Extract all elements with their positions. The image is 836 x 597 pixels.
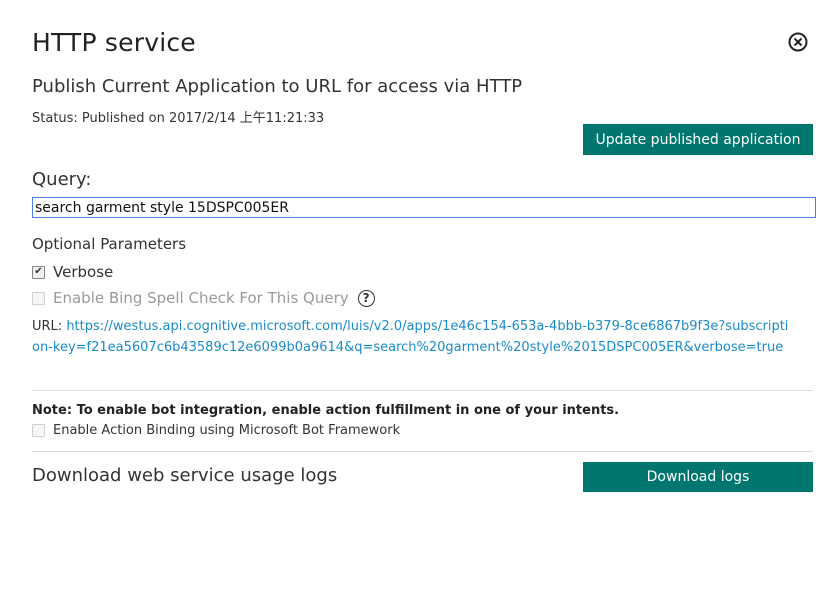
publish-status: Status: Published on 2017/2/14 上午11:21:3…	[32, 111, 325, 126]
optional-parameters-heading: Optional Parameters	[32, 235, 187, 253]
verbose-option[interactable]: ✔ Verbose	[32, 263, 113, 281]
verbose-checkbox[interactable]: ✔	[32, 265, 45, 279]
endpoint-url-link[interactable]: https://westus.api.cognitive.microsoft.c…	[32, 319, 788, 355]
endpoint-url: URL: https://westus.api.cognitive.micros…	[32, 317, 792, 358]
question-circle-icon[interactable]: ?	[357, 289, 375, 307]
divider	[32, 390, 813, 391]
bing-spell-check-checkbox[interactable]	[32, 291, 45, 305]
download-logs-button[interactable]: Download logs	[583, 462, 813, 492]
update-published-application-button[interactable]: Update published application	[583, 124, 813, 155]
action-binding-label: Enable Action Binding using Microsoft Bo…	[53, 423, 401, 438]
download-logs-label: Download web service usage logs	[32, 465, 338, 486]
bing-spell-check-label: Enable Bing Spell Check For This Query	[53, 289, 349, 307]
dialog-title: HTTP service	[32, 28, 196, 57]
action-binding-checkbox[interactable]	[32, 424, 45, 437]
verbose-label: Verbose	[53, 263, 114, 281]
close-icon[interactable]	[788, 32, 808, 52]
action-binding-option[interactable]: Enable Action Binding using Microsoft Bo…	[32, 423, 400, 438]
url-label: URL:	[32, 319, 67, 334]
divider	[32, 451, 813, 452]
query-input[interactable]	[32, 197, 816, 218]
bot-integration-note: Note: To enable bot integration, enable …	[32, 403, 620, 418]
query-label: Query:	[32, 169, 92, 190]
bing-spell-check-option[interactable]: Enable Bing Spell Check For This Query ?	[32, 289, 375, 307]
publish-subtitle: Publish Current Application to URL for a…	[32, 76, 523, 97]
